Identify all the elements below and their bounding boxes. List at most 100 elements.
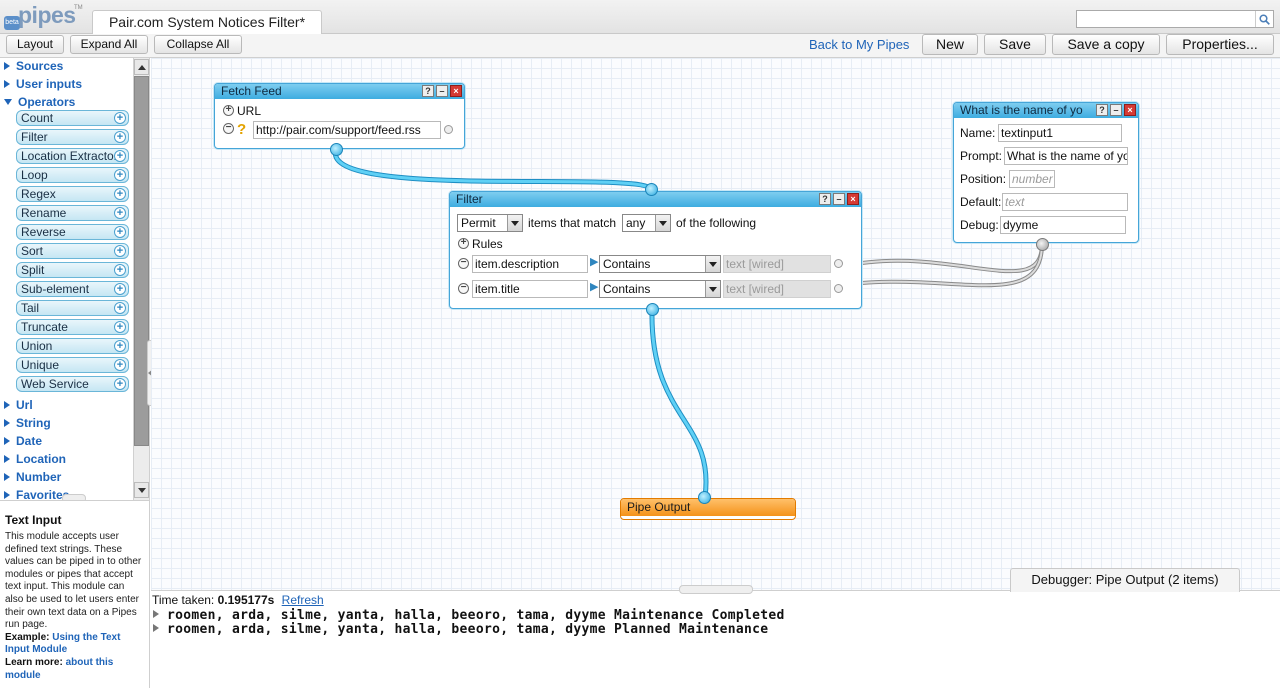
add-icon[interactable]: + (114, 188, 126, 200)
operator-web-service[interactable]: Web Service + (16, 376, 129, 392)
fetch-feed-header[interactable]: Fetch Feed ? – × (215, 84, 464, 99)
text-input-header[interactable]: What is the name of yo ? – × (954, 103, 1138, 118)
debug-result-row[interactable]: roomen, arda, silme, yanta, halla, beeor… (153, 608, 785, 623)
minimize-icon[interactable]: – (436, 85, 448, 97)
operator-tail[interactable]: Tail + (16, 300, 129, 316)
operator-split[interactable]: Split + (16, 262, 129, 278)
filter-input-terminal[interactable] (645, 183, 658, 196)
fetch-feed-module[interactable]: Fetch Feed ? – × + URL − ? http://pair.c… (214, 83, 465, 149)
new-button[interactable]: New (922, 34, 978, 55)
name-input[interactable]: textinput1 (998, 124, 1122, 142)
add-icon[interactable]: + (114, 131, 126, 143)
category-string[interactable]: String (4, 416, 51, 432)
category-url[interactable]: Url (4, 398, 33, 414)
add-icon[interactable]: + (114, 207, 126, 219)
debug-input[interactable]: dyyme (1000, 216, 1126, 234)
debugger-tab[interactable]: Debugger: Pipe Output (2 items) (1010, 568, 1240, 592)
refresh-link[interactable]: Refresh (282, 593, 324, 607)
search-icon[interactable] (1255, 11, 1273, 27)
debug-result-row[interactable]: roomen, arda, silme, yanta, halla, beeor… (153, 622, 768, 637)
category-date[interactable]: Date (4, 434, 42, 450)
category-sources[interactable]: Sources (4, 59, 63, 75)
collapse-all-button[interactable]: Collapse All (154, 35, 242, 54)
close-icon[interactable]: × (847, 193, 859, 205)
add-url-icon[interactable]: + (223, 105, 234, 116)
save-copy-button[interactable]: Save a copy (1052, 34, 1160, 55)
pipe-title-tab[interactable]: Pair.com System Notices Filter* (92, 10, 322, 35)
filter-output-terminal[interactable] (646, 303, 659, 316)
save-button[interactable]: Save (984, 34, 1046, 55)
filter-module[interactable]: Filter ? – × Permit items that match any… (449, 191, 862, 309)
operator-unique[interactable]: Unique + (16, 357, 129, 373)
help-icon[interactable]: ? (1096, 104, 1108, 116)
close-icon[interactable]: × (1124, 104, 1136, 116)
default-input[interactable]: text (1002, 193, 1128, 211)
prompt-input[interactable]: What is the name of yo (1004, 147, 1128, 165)
layout-button[interactable]: Layout (6, 35, 64, 54)
operator-sub-element[interactable]: Sub-element + (16, 281, 129, 297)
expand-all-button[interactable]: Expand All (70, 35, 148, 54)
category-operators[interactable]: Operators (4, 95, 75, 111)
operator-reverse[interactable]: Reverse + (16, 224, 129, 240)
permit-select[interactable]: Permit (457, 214, 523, 232)
rule-value-terminal[interactable] (834, 284, 843, 293)
properties-button[interactable]: Properties... (1166, 34, 1274, 55)
fetch-feed-output-terminal[interactable] (330, 143, 343, 156)
help-icon[interactable]: ? (819, 193, 831, 205)
search-input[interactable] (1076, 10, 1274, 28)
add-icon[interactable]: + (114, 321, 126, 333)
add-icon[interactable]: + (114, 283, 126, 295)
add-icon[interactable]: + (114, 150, 126, 162)
expand-arrow-icon[interactable] (153, 610, 159, 618)
feed-url-input[interactable]: http://pair.com/support/feed.rss (253, 121, 441, 139)
category-user-inputs[interactable]: User inputs (4, 77, 82, 93)
pipes-logo[interactable]: beta pipes TM (4, 2, 83, 30)
back-to-my-pipes-link[interactable]: Back to My Pipes (809, 37, 909, 52)
operator-count[interactable]: Count + (16, 110, 129, 126)
rule-value-terminal[interactable] (834, 259, 843, 268)
rule-field-input[interactable]: item.description (472, 255, 588, 273)
operator-truncate[interactable]: Truncate + (16, 319, 129, 335)
close-icon[interactable]: × (450, 85, 462, 97)
operator-filter[interactable]: Filter + (16, 129, 129, 145)
rule-field-input[interactable]: item.title (472, 280, 588, 298)
add-icon[interactable]: + (114, 264, 126, 276)
remove-rule-icon[interactable]: − (458, 258, 469, 269)
pipe-output-input-terminal[interactable] (698, 491, 711, 504)
add-icon[interactable]: + (114, 359, 126, 371)
operator-rename[interactable]: Rename + (16, 205, 129, 221)
scroll-down-arrow-icon[interactable] (134, 482, 149, 498)
rule-operator-select[interactable]: Contains (599, 255, 721, 273)
add-icon[interactable]: + (114, 112, 126, 124)
expand-arrow-icon[interactable] (153, 624, 159, 632)
remove-rule-icon[interactable]: − (458, 283, 469, 294)
position-input[interactable]: number (1009, 170, 1055, 188)
help-icon[interactable]: ? (422, 85, 434, 97)
remove-url-icon[interactable]: − (223, 123, 234, 134)
add-icon[interactable]: + (114, 226, 126, 238)
operator-location-extractor[interactable]: Location Extractor + (16, 148, 129, 164)
category-location[interactable]: Location (4, 452, 66, 468)
category-number[interactable]: Number (4, 470, 61, 486)
minimize-icon[interactable]: – (1110, 104, 1122, 116)
rule-operator-select[interactable]: Contains (599, 280, 721, 298)
scroll-up-arrow-icon[interactable] (134, 59, 149, 75)
sidebar-scrollbar[interactable] (133, 58, 149, 500)
add-rule-icon[interactable]: + (458, 238, 469, 249)
url-terminal[interactable] (444, 125, 453, 134)
minimize-icon[interactable]: – (833, 193, 845, 205)
add-icon[interactable]: + (114, 378, 126, 390)
debugger-resize-handle[interactable] (679, 585, 753, 594)
operator-sort[interactable]: Sort + (16, 243, 129, 259)
match-select[interactable]: any (622, 214, 671, 232)
field-picker-icon[interactable]: ▶ (590, 255, 598, 268)
text-input-output-terminal[interactable] (1036, 238, 1049, 251)
add-icon[interactable]: + (114, 245, 126, 257)
text-input-module[interactable]: What is the name of yo ? – × Name: texti… (953, 102, 1139, 243)
field-picker-icon[interactable]: ▶ (590, 280, 598, 293)
add-icon[interactable]: + (114, 169, 126, 181)
add-icon[interactable]: + (114, 302, 126, 314)
operator-union[interactable]: Union + (16, 338, 129, 354)
add-icon[interactable]: + (114, 340, 126, 352)
category-favorites[interactable]: Favorites (4, 488, 69, 500)
